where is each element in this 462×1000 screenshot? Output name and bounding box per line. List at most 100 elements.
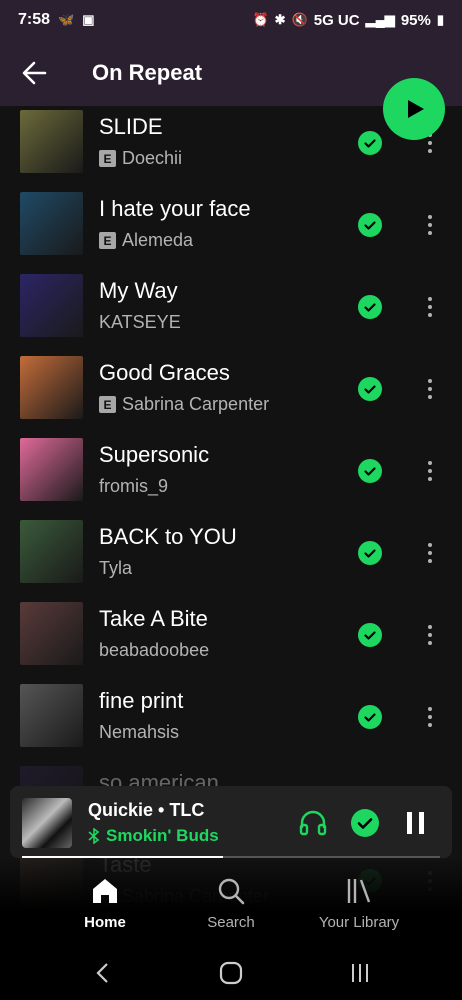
tab-search[interactable]: Search	[166, 876, 296, 931]
track-artist: Sabrina Carpenter	[122, 394, 270, 414]
mute-icon: 🔇	[291, 12, 308, 27]
saved-check-icon[interactable]	[358, 377, 382, 401]
explicit-icon: E	[99, 396, 116, 413]
check-circle-icon	[351, 809, 379, 837]
saved-check-button[interactable]	[348, 806, 382, 840]
playback-progress[interactable]	[22, 856, 440, 858]
track-row[interactable]: Take A Bite beabadoobee	[0, 598, 462, 680]
album-art	[20, 192, 83, 255]
saved-check-icon[interactable]	[358, 295, 382, 319]
bottom-nav: Home Search Your Library	[0, 858, 462, 946]
saved-check-icon[interactable]	[358, 131, 382, 155]
more-options-icon[interactable]	[420, 290, 440, 324]
system-back-button[interactable]	[82, 958, 122, 988]
track-subtitle: KATSEYE	[99, 312, 181, 333]
play-icon	[408, 100, 424, 118]
system-home-button[interactable]	[211, 958, 251, 988]
now-playing-title: Quickie • TLC	[88, 800, 205, 820]
album-art	[20, 356, 83, 419]
saved-check-icon[interactable]	[358, 541, 382, 565]
track-row[interactable]: Supersonic fromis_9	[0, 434, 462, 516]
network-label: 5G UC	[313, 11, 360, 29]
track-title: BACK to YOU	[99, 524, 237, 549]
tab-search-label: Search	[207, 914, 255, 931]
track-row[interactable]: fine print Nemahsis	[0, 680, 462, 762]
track-title: Supersonic	[99, 442, 210, 467]
bluetooth-icon	[88, 828, 100, 844]
track-artist: Tyla	[99, 558, 133, 578]
arrow-left-icon	[22, 61, 47, 85]
track-title: Good Graces	[99, 360, 230, 385]
track-artist: Doechii	[122, 148, 183, 168]
more-options-icon[interactable]	[420, 536, 440, 570]
recents-icon	[352, 964, 368, 982]
track-subtitle: E Alemeda	[99, 230, 193, 251]
explicit-icon: E	[99, 150, 116, 167]
album-art	[20, 438, 83, 501]
tab-home[interactable]: Home	[40, 876, 170, 931]
home-icon	[93, 879, 117, 903]
saved-check-icon[interactable]	[358, 213, 382, 237]
status-bar: 7:58 🦋 ▣ ⏰ ✱ 🔇 5G UC ▂▄▆ 95% ▮	[0, 0, 462, 40]
system-recents-button[interactable]	[340, 958, 380, 988]
track-subtitle: Nemahsis	[99, 722, 179, 743]
pause-icon	[407, 812, 424, 834]
more-options-icon[interactable]	[420, 454, 440, 488]
signal-icon: ▂▄▆	[365, 12, 395, 27]
album-art	[20, 684, 83, 747]
chevron-left-icon	[96, 963, 108, 983]
track-artist: fromis_9	[99, 476, 169, 496]
track-artist: Alemeda	[122, 230, 194, 250]
track-row[interactable]: My Way KATSEYE	[0, 270, 462, 352]
now-playing-album-art	[22, 798, 72, 848]
track-subtitle: beabadoobee	[99, 640, 209, 661]
album-art	[20, 602, 83, 665]
gallery-icon: ▣	[82, 12, 95, 27]
device-name: Smokin' Buds	[106, 826, 219, 845]
track-title: My Way	[99, 278, 178, 303]
track-subtitle: Tyla	[99, 558, 132, 579]
more-options-icon[interactable]	[420, 700, 440, 734]
track-title: I hate your face	[99, 196, 251, 221]
album-art	[20, 110, 83, 173]
battery-icon: ▮	[436, 12, 444, 27]
home-circle-icon	[219, 961, 243, 985]
saved-check-icon[interactable]	[358, 459, 382, 483]
album-art	[20, 520, 83, 583]
track-artist: beabadoobee	[99, 640, 210, 660]
track-artist: KATSEYE	[99, 312, 181, 332]
alarm-icon: ⏰	[252, 12, 269, 27]
now-playing-device[interactable]: Smokin' Buds	[88, 826, 219, 846]
page-title: On Repeat	[92, 60, 203, 85]
library-icon	[347, 879, 371, 903]
track-artist: Nemahsis	[99, 722, 180, 742]
search-icon	[218, 878, 245, 905]
more-options-icon[interactable]	[420, 208, 440, 242]
battery-label: 95%	[400, 11, 431, 29]
back-button[interactable]	[20, 59, 48, 87]
tab-library-label: Your Library	[318, 914, 400, 931]
saved-check-icon[interactable]	[358, 705, 382, 729]
tab-library[interactable]: Your Library	[294, 876, 424, 931]
bluetooth-icon: ✱	[274, 12, 286, 27]
saved-check-icon[interactable]	[358, 623, 382, 647]
status-time: 7:58	[18, 11, 51, 28]
track-subtitle: E Sabrina Carpenter	[99, 394, 269, 415]
track-row[interactable]: BACK to YOU Tyla	[0, 516, 462, 598]
explicit-icon: E	[99, 232, 116, 249]
play-button[interactable]	[383, 78, 445, 140]
pause-button[interactable]	[399, 806, 433, 840]
track-row[interactable]: I hate your face E Alemeda	[0, 188, 462, 270]
headphones-icon	[299, 810, 327, 836]
butterfly-icon: 🦋	[58, 12, 75, 27]
track-title: fine print	[99, 688, 184, 713]
connect-device-button[interactable]	[296, 806, 330, 840]
track-row[interactable]: Good Graces E Sabrina Carpenter	[0, 352, 462, 434]
tab-home-label: Home	[84, 914, 126, 931]
more-options-icon[interactable]	[420, 618, 440, 652]
system-nav-bar	[0, 946, 462, 1000]
album-art	[20, 274, 83, 337]
more-options-icon[interactable]	[420, 372, 440, 406]
now-playing-bar[interactable]: Quickie • TLC Smokin' Buds	[10, 786, 452, 858]
track-subtitle: fromis_9	[99, 476, 168, 497]
